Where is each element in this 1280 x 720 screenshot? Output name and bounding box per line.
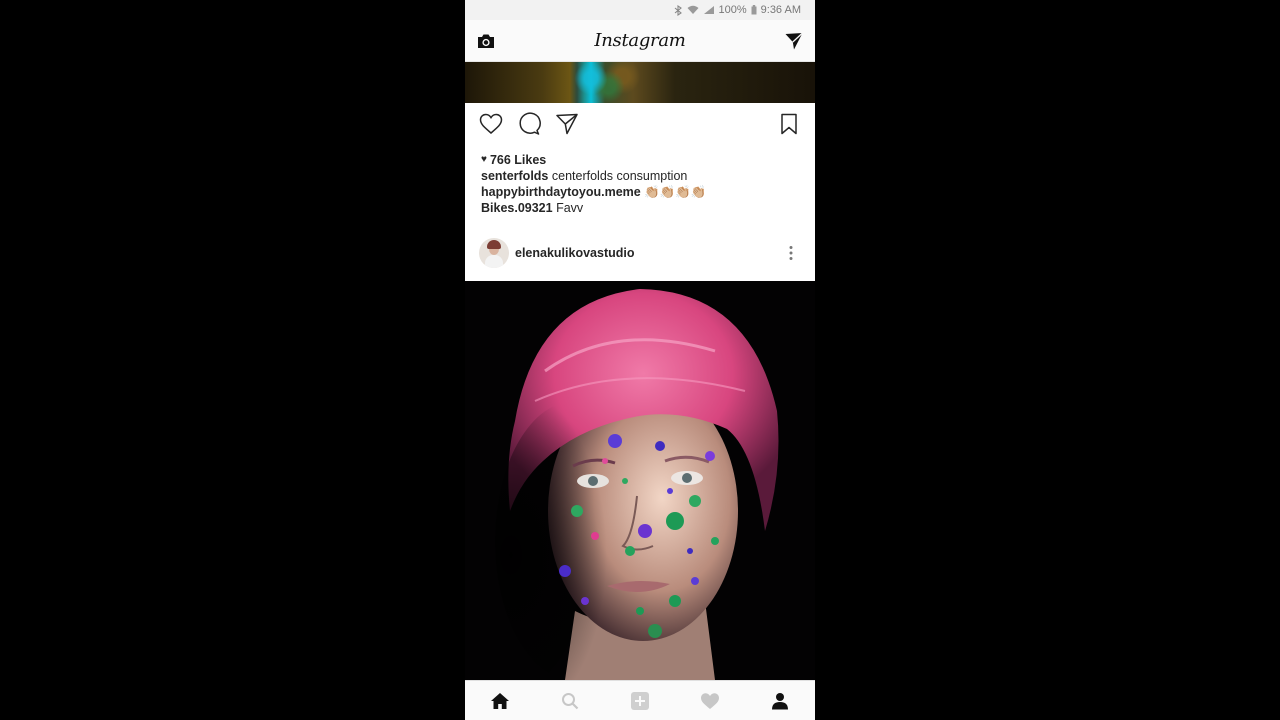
small-heart-icon: ♥ <box>481 154 487 165</box>
like-button[interactable] <box>479 112 503 136</box>
comment-text: Favv <box>556 201 584 215</box>
nav-search[interactable] <box>550 686 590 716</box>
comment-username[interactable]: happybirthdaytoyou.meme <box>481 185 641 199</box>
camera-icon <box>478 34 494 48</box>
comment-text: centerfolds consumption <box>551 169 688 183</box>
search-icon <box>562 692 579 709</box>
comment-button[interactable] <box>517 112 541 136</box>
top-nav: Instagram <box>465 20 815 62</box>
likes-count[interactable]: ♥ 766 Likes <box>481 152 801 168</box>
comment-line: Bikes.09321 Favv <box>481 200 801 216</box>
more-vertical-icon <box>789 245 793 260</box>
post-action-bar <box>465 103 815 145</box>
save-button[interactable] <box>777 112 801 136</box>
wifi-icon <box>687 5 699 15</box>
share-button[interactable] <box>555 112 579 136</box>
previous-post-image[interactable] <box>465 62 815 103</box>
bottom-nav <box>465 680 815 720</box>
comment-icon <box>519 112 541 135</box>
more-options-button[interactable] <box>781 241 801 265</box>
home-icon <box>491 692 509 709</box>
phone-screen: 100% 9:36 AM Instagram ♥ 766 Likes sente… <box>465 0 815 720</box>
add-icon <box>631 691 649 710</box>
status-bar: 100% 9:36 AM <box>465 0 815 20</box>
comment-line: happybirthdaytoyou.meme 👏🏼👏🏼👏🏼👏🏼 <box>481 184 801 200</box>
portrait-photo <box>465 281 815 680</box>
comment-text: 👏🏼👏🏼👏🏼👏🏼 <box>644 185 707 199</box>
share-icon <box>556 113 578 135</box>
post-header: elenakulikovastudio <box>465 224 815 281</box>
comment-username[interactable]: senterfolds <box>481 169 548 183</box>
comment-username[interactable]: Bikes.09321 <box>481 201 553 215</box>
direct-message-button[interactable] <box>783 30 805 52</box>
nav-profile[interactable] <box>760 686 800 716</box>
clock: 9:36 AM <box>760 4 801 16</box>
post-username[interactable]: elenakulikovastudio <box>515 246 781 260</box>
bluetooth-icon <box>674 4 683 16</box>
battery-percent: 100% <box>718 4 747 16</box>
nav-add[interactable] <box>620 686 660 716</box>
post-caption-area: ♥ 766 Likes senterfolds centerfolds cons… <box>481 152 801 216</box>
likes-label: 766 Likes <box>489 153 547 167</box>
bookmark-icon <box>781 113 797 135</box>
profile-icon <box>772 692 788 709</box>
direct-message-icon <box>785 32 803 49</box>
nav-activity[interactable] <box>690 686 730 716</box>
app-logo[interactable]: Instagram <box>594 30 685 51</box>
avatar[interactable] <box>479 237 509 268</box>
heart-icon <box>479 113 503 134</box>
camera-button[interactable] <box>475 30 497 52</box>
comment-line: senterfolds centerfolds consumption <box>481 168 801 184</box>
signal-icon <box>703 5 715 15</box>
post-image[interactable] <box>465 281 815 680</box>
nav-home[interactable] <box>480 686 520 716</box>
battery-icon <box>751 5 757 15</box>
activity-heart-icon <box>701 692 719 709</box>
